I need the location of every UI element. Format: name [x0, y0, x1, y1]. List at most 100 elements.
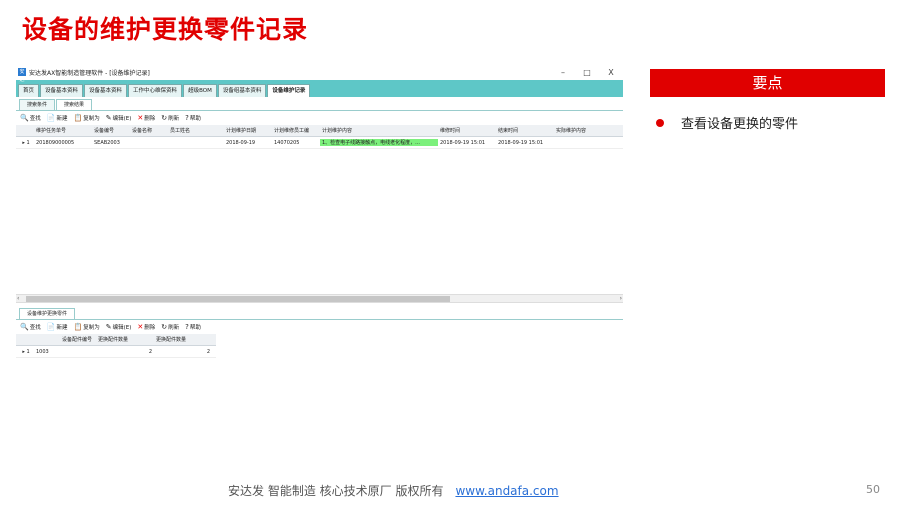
lower-grid-header: 设备配件编号 更换配件数量 更换配件数量 [16, 334, 216, 346]
lower-tabbar: 设备维护更换零件 [16, 306, 623, 320]
scrollbar-thumb[interactable] [26, 296, 450, 302]
cell-part-no: 1003 [36, 348, 49, 355]
search-icon: 🔍 [20, 323, 29, 331]
lower-toolbar: 🔍 查找 📄 新建 📋 复制为 ✎ 编辑(E) ✕ 删除 ↻ 刷新 ? 帮助 [16, 320, 623, 334]
maximize-icon[interactable]: □ [575, 68, 599, 77]
new-icon: 📄 [46, 323, 56, 331]
key-points-header: 要点 [650, 69, 885, 97]
col-header-end-time[interactable]: 结束时间 [496, 127, 554, 134]
copy-icon: 📋 [73, 114, 83, 122]
tab-equipment-basic-2[interactable]: 设备基本资料 [84, 84, 128, 97]
app-logo-icon: 安达 [18, 68, 26, 83]
col-header-employee[interactable]: 员工姓名 [168, 127, 224, 134]
col-header-task-no[interactable]: 维护任务单号 [34, 127, 92, 134]
slide-title: 设备的维护更换零件记录 [22, 15, 309, 44]
table-row[interactable]: ▸ 1 201809000005 SEAB2003 2018-09-19 140… [16, 137, 623, 149]
new-icon: 📄 [46, 114, 56, 122]
tab-equipment-basic-1[interactable]: 设备基本资料 [40, 84, 84, 97]
col-header-plan-content[interactable]: 计划维护内容 [320, 127, 438, 134]
app-window: 安达 安达发AX智能制造管理软件 - [设备维护记录] – □ X 首页 设备基… [16, 64, 623, 464]
col-header-plan-staff[interactable]: 计划维修员工编 [272, 127, 320, 134]
window-titlebar: 安达 安达发AX智能制造管理软件 - [设备维护记录] – □ X [16, 64, 623, 83]
delete-label: 删除 [144, 116, 156, 122]
tab-workcenter-maintenance[interactable]: 工作中心维保资料 [128, 84, 183, 97]
main-tabbar: 首页 设备基本资料 设备基本资料 工作中心维保资料 超级BOM 设备组基本资料 … [16, 80, 623, 97]
help-icon: ? [185, 114, 189, 122]
edit-button[interactable]: ✎ 编辑(E) [106, 114, 132, 122]
sub-tabbar: 搜索条件 搜索结果 [16, 97, 623, 111]
new-label: 新建 [56, 116, 68, 122]
horizontal-scrollbar[interactable]: ‹ › [16, 294, 623, 303]
help-button[interactable]: ? 帮助 [185, 114, 201, 122]
find-button[interactable]: 🔍 查找 [20, 114, 41, 122]
find-button[interactable]: 🔍 查找 [20, 323, 41, 331]
delete-label: 删除 [144, 325, 156, 331]
footer-link[interactable]: www.andafa.com [455, 484, 558, 498]
lower-grid: 设备配件编号 更换配件数量 更换配件数量 ▸ 1 1003 2 2 [16, 334, 216, 358]
new-label: 新建 [56, 325, 68, 331]
table-row[interactable]: ▸ 1 1003 2 2 [16, 346, 216, 358]
tab-home[interactable]: 首页 [18, 84, 40, 97]
close-icon[interactable]: X [599, 68, 623, 77]
refresh-label: 刷新 [168, 325, 180, 331]
cell-plan-content: 1、检查电子线路接触点，电线老化程度，... [320, 139, 438, 146]
new-button[interactable]: 📄 新建 [47, 323, 68, 331]
cell-end-time: 2018-09-19 15:01 [498, 139, 544, 146]
refresh-button[interactable]: ↻ 刷新 [161, 323, 179, 331]
col-header-repair-time[interactable]: 维修时间 [438, 127, 496, 134]
col-header-qty-2[interactable]: 更换配件数量 [154, 336, 212, 343]
col-header-qty-1[interactable]: 更换配件数量 [96, 336, 154, 343]
refresh-label: 刷新 [168, 116, 180, 122]
refresh-icon: ↻ [161, 323, 168, 331]
edit-label: 编辑(E) [112, 325, 132, 331]
col-header-plan-date[interactable]: 计划维护日期 [224, 127, 272, 134]
cell-plan-date: 2018-09-19 [226, 139, 256, 146]
cell-qty-1: 2 [148, 348, 152, 355]
upper-grid-header: 维护任务单号 设备编号 设备名称 员工姓名 计划维护日期 计划维修员工编 计划维… [16, 125, 623, 137]
minimize-icon[interactable]: – [551, 68, 575, 77]
edit-label: 编辑(E) [112, 116, 132, 122]
delete-icon: ✕ [137, 114, 144, 122]
row-index: 1 [26, 139, 30, 146]
edit-icon: ✎ [105, 323, 112, 331]
help-icon: ? [185, 323, 189, 331]
tab-super-bom[interactable]: 超级BOM [183, 84, 217, 97]
scroll-right-icon[interactable]: › [620, 295, 622, 302]
upper-toolbar: 🔍 查找 📄 新建 📋 复制为 ✎ 编辑(E) ✕ 删除 ↻ 刷新 ? 帮助 [16, 111, 623, 125]
edit-icon: ✎ [105, 114, 112, 122]
help-button[interactable]: ? 帮助 [185, 323, 201, 331]
footer: 安达发 智能制造 核心技术原厂 版权所有 www.andafa.com [228, 482, 559, 499]
find-label: 查找 [29, 325, 41, 331]
copy-icon: 📋 [73, 323, 83, 331]
tab-replaced-parts[interactable]: 设备维护更换零件 [19, 308, 76, 319]
upper-grid: 维护任务单号 设备编号 设备名称 员工姓名 计划维护日期 计划维修员工编 计划维… [16, 125, 623, 149]
copy-label: 复制为 [83, 325, 100, 331]
cell-plan-staff: 14070205 [274, 139, 300, 146]
refresh-button[interactable]: ↻ 刷新 [161, 114, 179, 122]
scroll-left-icon[interactable]: ‹ [17, 295, 19, 302]
cell-qty-2: 2 [206, 348, 210, 355]
copy-button[interactable]: 📋 复制为 [73, 323, 99, 331]
refresh-icon: ↻ [161, 114, 168, 122]
tab-maintenance-record[interactable]: 设备维护记录 [267, 84, 311, 97]
help-label: 帮助 [189, 325, 201, 331]
col-header-equip-name[interactable]: 设备名称 [130, 127, 168, 134]
cell-repair-time: 2018-09-19 15:01 [440, 139, 486, 146]
delete-button[interactable]: ✕ 删除 [137, 323, 155, 331]
edit-button[interactable]: ✎ 编辑(E) [106, 323, 132, 331]
help-label: 帮助 [189, 116, 201, 122]
bullet-icon [656, 118, 664, 127]
new-button[interactable]: 📄 新建 [47, 114, 68, 122]
copy-label: 复制为 [83, 116, 100, 122]
copy-button[interactable]: 📋 复制为 [73, 114, 99, 122]
subtab-search-conditions[interactable]: 搜索条件 [19, 99, 56, 110]
cell-task-no: 201809000005 [36, 139, 75, 146]
col-header-part-no[interactable]: 设备配件编号 [34, 336, 96, 343]
col-header-equip-no[interactable]: 设备编号 [92, 127, 130, 134]
tab-equipment-group[interactable]: 设备组基本资料 [217, 84, 267, 97]
key-point-item: 查看设备更换的零件 [656, 113, 798, 132]
lower-panel: 设备维护更换零件 🔍 查找 📄 新建 📋 复制为 ✎ 编辑(E) ✕ 删除 ↻ 刷新 ? 帮助… [16, 306, 623, 358]
delete-button[interactable]: ✕ 删除 [137, 114, 155, 122]
subtab-search-results[interactable]: 搜索结果 [56, 99, 93, 110]
col-header-actual-content[interactable]: 实际维护内容 [554, 127, 614, 134]
